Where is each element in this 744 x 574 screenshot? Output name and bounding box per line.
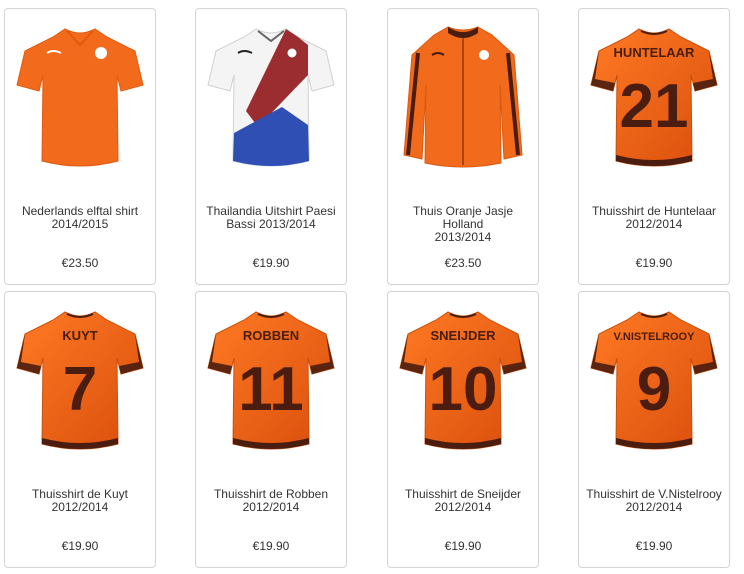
- product-image[interactable]: ROBBEN 11: [196, 298, 346, 466]
- orange-jacket-icon: [403, 26, 523, 168]
- product-card[interactable]: ROBBEN 11 Thuisshirt de Robben 2012/2014 …: [195, 291, 347, 568]
- product-image[interactable]: [196, 15, 346, 183]
- product-card[interactable]: HUNTELAAR 21 Thuisshirt de Huntelaar 2012…: [578, 8, 730, 285]
- product-price: €19.90: [252, 539, 290, 553]
- product-price: €19.90: [635, 256, 673, 270]
- orange-jersey-back-icon: V.NISTELROOY 9: [590, 311, 718, 450]
- product-name[interactable]: Nederlands elftal shirt 2014/2015: [9, 205, 151, 231]
- product-price: €19.90: [61, 539, 99, 553]
- product-name[interactable]: Thuisshirt de Sneijder 2012/2014: [392, 488, 534, 514]
- jersey-player-name: KUYT: [62, 328, 97, 343]
- product-image[interactable]: SNEIJDER 10: [388, 298, 538, 466]
- product-name[interactable]: Thuis Oranje Jasje Holland 2013/2014: [392, 205, 534, 244]
- orange-jersey-back-icon: ROBBEN 11: [207, 311, 335, 450]
- product-price: €19.90: [635, 539, 673, 553]
- orange-jersey-back-icon: KUYT 7: [16, 311, 144, 450]
- jersey-player-name: HUNTELAAR: [614, 45, 695, 60]
- product-image[interactable]: HUNTELAAR 21: [579, 15, 729, 183]
- product-price: €23.50: [444, 256, 482, 270]
- product-name[interactable]: Thuisshirt de V.Nistelrooy 2012/2014: [583, 488, 725, 514]
- product-card[interactable]: V.NISTELROOY 9 Thuisshirt de V.Nistelrooy…: [578, 291, 730, 568]
- product-price: €23.50: [61, 256, 99, 270]
- product-card[interactable]: Thailandia Uitshirt Paesi Bassi 2013/201…: [195, 8, 347, 285]
- orange-jersey-back-icon: HUNTELAAR 21: [590, 28, 718, 167]
- jersey-player-name: SNEIJDER: [430, 328, 496, 343]
- product-card[interactable]: Thuis Oranje Jasje Holland 2013/2014 €23…: [387, 8, 539, 285]
- product-card[interactable]: Nederlands elftal shirt 2014/2015 €23.50: [4, 8, 156, 285]
- product-image[interactable]: V.NISTELROOY 9: [579, 298, 729, 466]
- product-price: €19.90: [252, 256, 290, 270]
- product-name[interactable]: Thuisshirt de Robben 2012/2014: [200, 488, 342, 514]
- product-image[interactable]: [5, 15, 155, 183]
- product-price: €19.90: [444, 539, 482, 553]
- white-red-blue-jersey-icon: [207, 28, 335, 167]
- jersey-player-name: ROBBEN: [243, 328, 299, 343]
- jersey-number: 11: [238, 355, 304, 424]
- jersey-number: 9: [637, 355, 671, 424]
- product-name[interactable]: Thuisshirt de Huntelaar 2012/2014: [583, 205, 725, 231]
- product-image[interactable]: [388, 15, 538, 183]
- product-card[interactable]: KUYT 7 Thuisshirt de Kuyt 2012/2014 €19.9…: [4, 291, 156, 568]
- jersey-player-name: V.NISTELROOY: [614, 331, 696, 343]
- product-image[interactable]: KUYT 7: [5, 298, 155, 466]
- jersey-number: 7: [63, 355, 97, 424]
- product-name[interactable]: Thailandia Uitshirt Paesi Bassi 2013/201…: [200, 205, 342, 231]
- jersey-number: 21: [620, 72, 689, 141]
- orange-jersey-icon: [16, 28, 144, 167]
- jersey-number: 10: [429, 355, 498, 424]
- product-card[interactable]: SNEIJDER 10 Thuisshirt de Sneijder 2012/2…: [387, 291, 539, 568]
- product-name[interactable]: Thuisshirt de Kuyt 2012/2014: [9, 488, 151, 514]
- orange-jersey-back-icon: SNEIJDER 10: [399, 311, 527, 450]
